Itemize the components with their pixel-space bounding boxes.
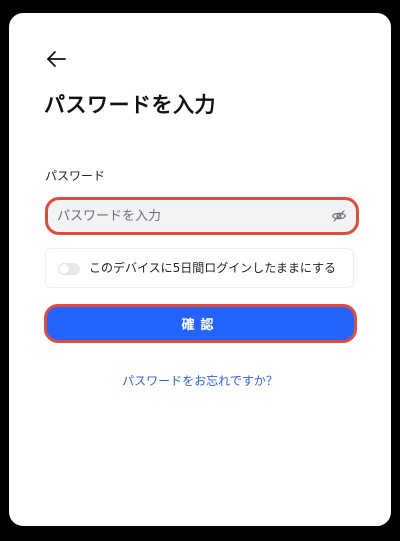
forgot-password-link[interactable]: パスワードをお忘れですか？ bbox=[9, 373, 391, 389]
back-button[interactable] bbox=[44, 48, 68, 70]
eye-off-icon bbox=[331, 210, 347, 222]
remember-device-row: このデバイスに5日間ログインしたままにする bbox=[45, 248, 354, 288]
login-card: パスワードを入力 パスワード このデバイスに5日間ログインしたままにする 確認 … bbox=[9, 13, 391, 526]
arrow-left-icon bbox=[47, 51, 66, 67]
password-label: パスワード bbox=[45, 169, 106, 183]
password-field-wrapper bbox=[45, 197, 359, 235]
toggle-knob bbox=[59, 264, 69, 274]
remember-device-toggle[interactable] bbox=[58, 263, 80, 275]
password-input[interactable] bbox=[48, 200, 318, 232]
toggle-visibility-button[interactable] bbox=[331, 208, 347, 224]
page-title: パスワードを入力 bbox=[44, 93, 216, 117]
remember-device-label: このデバイスに5日間ログインしたままにする bbox=[89, 261, 337, 275]
confirm-button[interactable]: 確認 bbox=[44, 304, 357, 343]
